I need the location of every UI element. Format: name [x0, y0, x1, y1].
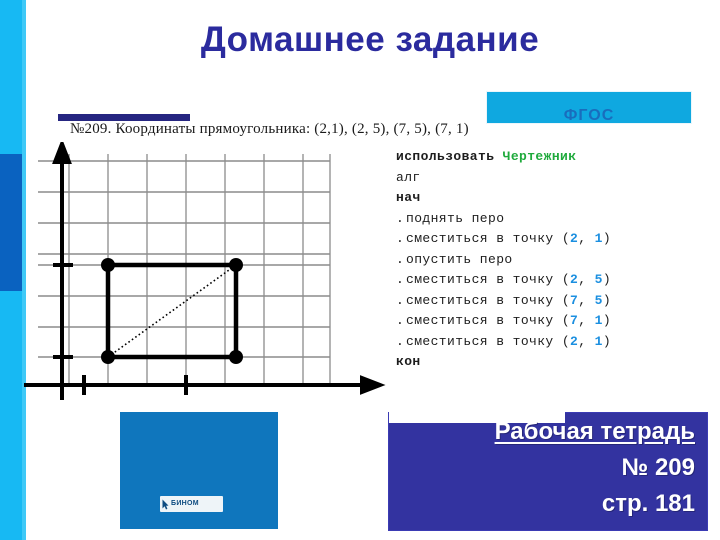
vertex-dot-2-5 — [101, 258, 115, 272]
task-caption: №209. Координаты прямоугольника: (2,1), … — [70, 121, 469, 137]
page-title: Домашнее задание — [200, 20, 540, 59]
grid-lines — [38, 160, 330, 358]
code-bullet-icon: . — [396, 292, 405, 308]
vertex-dot-7-5 — [229, 258, 243, 272]
code-line: . поднять перо — [396, 209, 706, 230]
kumir-code-block: использовать Чертежник алг нач . поднять пер… — [396, 147, 706, 373]
vertex-dots — [101, 258, 243, 364]
code-line: кон — [396, 354, 421, 369]
slide-canvas: Домашнее задание ФГОС №209. Координаты п… — [0, 0, 720, 540]
coordinate-plot — [24, 142, 414, 400]
caption-rule — [58, 114, 190, 121]
code-arg-y: 5 — [594, 272, 603, 287]
code-line: нач — [396, 190, 421, 205]
publisher-name: БИНОМ — [171, 500, 199, 507]
y-axis-arrow — [52, 142, 72, 164]
axis-ticks — [53, 263, 188, 395]
axes — [24, 142, 386, 400]
code-bullet-icon: . — [396, 313, 405, 328]
code-line: . сместиться в точку (7, 1) — [396, 311, 706, 332]
code-arg-x: 2 — [570, 333, 579, 349]
vertex-dot-7-1 — [229, 350, 243, 364]
workbook-page: стр. 181 — [601, 490, 695, 517]
workbook-title: Рабочая тетрадь — [494, 418, 695, 445]
publisher-box: БИНОМ — [120, 412, 278, 529]
code-arg-y: 1 — [594, 231, 603, 246]
code-arg-x: 7 — [570, 313, 579, 328]
cursor-arrow-icon — [162, 499, 169, 509]
code-arg-y: 5 — [594, 292, 603, 308]
code-arg-x: 7 — [570, 292, 579, 308]
code-line: . сместиться в точку (2, 1) — [396, 229, 706, 250]
code-bullet-icon: . — [396, 272, 405, 287]
code-bullet-icon: . — [396, 251, 405, 267]
code-line: использовать Чертежник — [396, 149, 577, 164]
coordinate-plot-svg — [24, 142, 386, 400]
code-arg-x: 2 — [570, 231, 579, 246]
code-object-name: Чертежник — [502, 149, 577, 164]
rectangle-shape — [105, 262, 239, 360]
x-axis-arrow — [360, 375, 386, 395]
left-accent-strip-dark — [0, 154, 22, 291]
diagonal-dotted-line — [107, 264, 237, 358]
code-line: . сместиться в точку (2, 5) — [396, 270, 706, 291]
code-arg-y: 1 — [594, 333, 603, 349]
workbook-reference-panel: Рабочая тетрадь № 209 стр. 181 — [388, 412, 708, 531]
workbook-task-number: № 209 — [621, 454, 695, 481]
code-line: . сместиться в точку (2, 1) — [396, 332, 706, 353]
fgos-badge: ФГОС — [486, 91, 692, 124]
publisher-logo: БИНОМ — [160, 496, 223, 512]
code-line: алг — [396, 169, 421, 185]
fgos-badge-label: ФГОС — [563, 107, 615, 124]
code-bullet-icon: . — [396, 231, 405, 246]
vertex-dot-2-1 — [101, 350, 115, 364]
code-bullet-icon: . — [396, 210, 405, 226]
code-bullet-icon: . — [396, 333, 405, 349]
code-line: . опустить перо — [396, 250, 706, 271]
code-arg-x: 2 — [570, 272, 579, 287]
code-line: . сместиться в точку (7, 5) — [396, 291, 706, 312]
code-arg-y: 1 — [594, 313, 603, 328]
